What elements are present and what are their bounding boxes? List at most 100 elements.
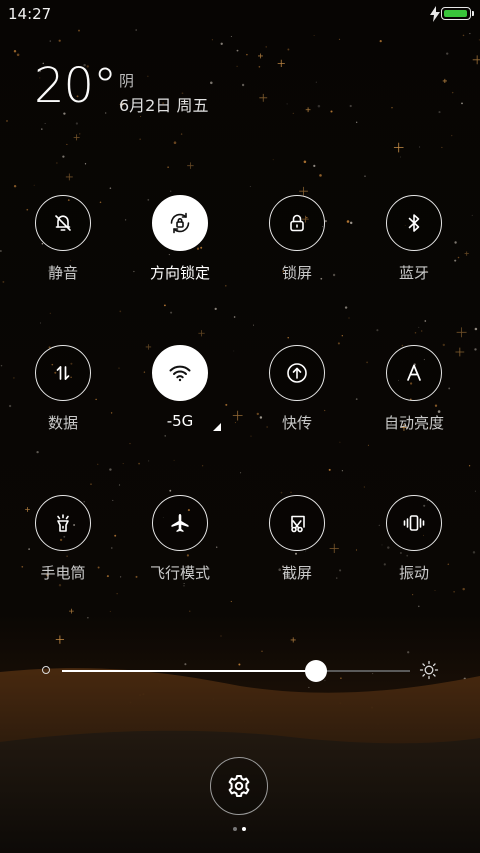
star-speck (84, 163, 87, 165)
star-speck (418, 326, 420, 328)
star-speck (367, 444, 369, 446)
star-speck (341, 470, 344, 472)
star-speck (147, 75, 149, 77)
brightness-low-icon (42, 666, 50, 674)
star-speck (330, 110, 333, 113)
star-speck (44, 123, 46, 125)
toggle-bluetooth[interactable]: 蓝牙 (370, 195, 460, 295)
flashlight-icon (57, 514, 69, 532)
star-speck (62, 155, 65, 158)
brightness-slider (0, 650, 480, 694)
brightness-thumb[interactable] (305, 660, 328, 682)
toggle-airplane-mode-circle[interactable] (152, 495, 208, 551)
toggle-label: 锁屏 (281, 264, 312, 282)
star-speck (139, 138, 141, 140)
brightness-track[interactable] (62, 670, 410, 672)
page-indicator (230, 827, 250, 833)
toggle-mobile-data-circle[interactable] (35, 345, 91, 401)
toggle-screenshot[interactable]: 截屏 (253, 495, 343, 595)
toggle-label: 手电筒 (40, 564, 86, 582)
toggle-label: -5G (166, 412, 194, 430)
star-speck (220, 635, 222, 637)
toggle-rotation-lock[interactable]: 方向锁定 (136, 195, 226, 295)
page-dot-current[interactable] (242, 827, 246, 831)
star-speck (344, 306, 348, 309)
star-speck (87, 617, 89, 619)
toggle-bluetooth-circle[interactable] (386, 195, 442, 251)
star-speck (13, 377, 15, 379)
star-speck (391, 107, 393, 109)
toggle-quick-transfer[interactable]: 快传 (253, 345, 343, 445)
toggle-mobile-data[interactable]: 数据 (19, 345, 109, 445)
star-speck (349, 104, 352, 108)
toggle-label: 方向锁定 (149, 264, 210, 282)
toggle-silent-circle[interactable] (35, 195, 91, 251)
star-speck (116, 593, 118, 595)
toggle-lock-screen-circle[interactable] (269, 195, 325, 251)
star-speck (40, 322, 42, 324)
toggle-label: 飞行模式 (149, 564, 210, 582)
star-speck (287, 48, 290, 51)
mobile-data-icon (56, 366, 70, 380)
star-speck (138, 462, 140, 465)
star-speck (49, 312, 51, 314)
star-speck (129, 443, 131, 445)
battery-tip (472, 11, 474, 16)
page-dot[interactable] (233, 827, 237, 831)
toggle-flashlight[interactable]: 手电筒 (19, 495, 109, 595)
star-speck (109, 468, 112, 471)
vibrate-icon (403, 515, 425, 531)
star-speck (220, 42, 223, 45)
star-speck (438, 111, 441, 114)
toggle-rotation-lock-circle[interactable] (152, 195, 208, 251)
toggle-vibrate[interactable]: 振动 (370, 495, 460, 595)
star-speck (78, 29, 80, 32)
star-speck (258, 65, 261, 68)
star-speck (33, 184, 35, 186)
toggle-lock-screen[interactable]: 锁屏 (253, 195, 343, 295)
status-time: 14:27 (8, 5, 52, 23)
toggle-label: 蓝牙 (398, 264, 429, 282)
star-speck (421, 330, 423, 332)
star-speck (474, 348, 477, 351)
star-speck (348, 317, 350, 319)
star-speck (272, 159, 274, 161)
toggle-wifi-circle[interactable] (152, 345, 208, 401)
star-speck (469, 33, 471, 35)
star-speck (124, 219, 127, 221)
brightness-track-fill (62, 670, 317, 672)
star-speck (114, 534, 117, 537)
toggle-auto-brightness-circle[interactable] (386, 345, 442, 401)
star-speck (379, 40, 382, 43)
toggle-silent[interactable]: 静音 (19, 195, 109, 295)
toggle-vibrate-circle[interactable] (386, 495, 442, 551)
star-speck (419, 146, 421, 148)
star-speck (109, 610, 111, 612)
toggle-quick-transfer-circle[interactable] (269, 345, 325, 401)
star-speck (246, 53, 248, 56)
star-speck (118, 484, 121, 486)
star-speck (111, 547, 113, 549)
toggle-wifi[interactable]: -5G (136, 345, 226, 445)
star-speck (211, 39, 213, 41)
rotation-lock-icon (170, 212, 190, 234)
toggle-flashlight-circle[interactable] (35, 495, 91, 551)
star-speck (0, 364, 3, 367)
star-speck (66, 143, 68, 145)
settings-button[interactable] (210, 757, 268, 815)
star-speck (241, 83, 245, 87)
toggle-screenshot-circle[interactable] (269, 495, 325, 551)
battery-icon (441, 7, 471, 20)
star-speck (189, 610, 191, 612)
star-speck (471, 214, 473, 216)
toggle-label: 自动亮度 (383, 414, 444, 432)
star-speck (236, 49, 239, 52)
toggle-auto-brightness[interactable]: 自动亮度 (370, 345, 460, 445)
star-speck (173, 459, 175, 461)
star-speck (418, 605, 420, 608)
airplane-icon (171, 514, 189, 532)
signal-strength-icon (213, 423, 221, 431)
star-speck (79, 133, 81, 135)
toggle-label: 截屏 (281, 564, 312, 582)
toggle-airplane-mode[interactable]: 飞行模式 (136, 495, 226, 595)
